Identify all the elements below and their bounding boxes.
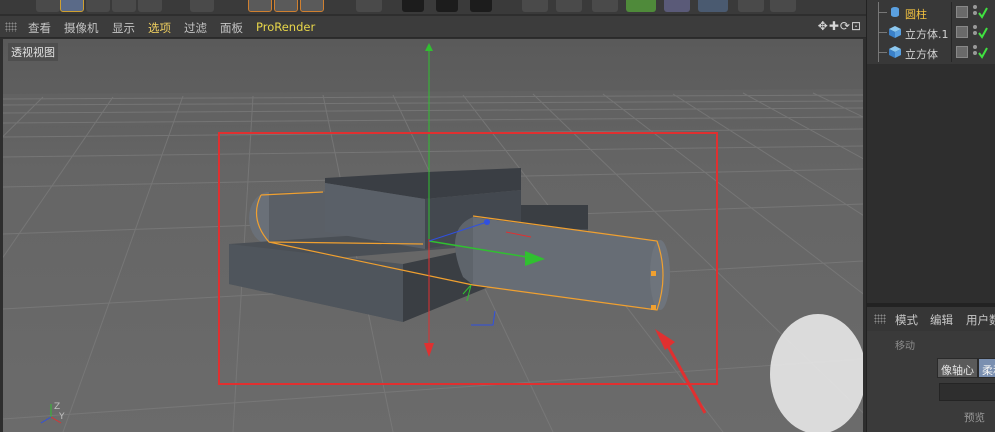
camera-tool-button[interactable]	[738, 0, 764, 12]
viewport-menu-bar: 查看 摄像机 显示 选项 过滤 面板 ProRender ✥✚⟳⊡	[0, 16, 866, 38]
selection-handle-2	[651, 305, 656, 310]
main-toolbar	[0, 0, 866, 14]
tree-line	[878, 42, 888, 62]
attribute-manager-menu: 模式 编辑 用户数	[867, 307, 995, 331]
viewport-nav-icons[interactable]: ✥✚⟳⊡	[818, 19, 862, 33]
tab-soft[interactable]: 柔和	[978, 358, 995, 378]
nurbs-tool-button[interactable]	[592, 0, 618, 12]
toolbar-button-z[interactable]	[300, 0, 324, 12]
viewport-label: 透视视图	[8, 43, 58, 61]
cylinder-icon	[891, 7, 899, 17]
selection-handle-1	[651, 271, 656, 276]
menu-user-data[interactable]: 用户数	[966, 312, 995, 328]
menu-mode[interactable]: 模式	[895, 312, 918, 328]
floor-tool-button[interactable]	[698, 0, 728, 12]
column-separator	[951, 22, 952, 42]
tab-axis-center[interactable]: 像轴心	[937, 358, 978, 378]
tree-line	[878, 22, 888, 42]
annotation-arrow-line	[661, 336, 707, 414]
visibility-tag-icon[interactable]	[956, 46, 968, 58]
toolbar-button-x[interactable]	[248, 0, 272, 12]
menu-panel[interactable]: 面板	[220, 20, 243, 36]
object-name: 立方体.1	[905, 28, 949, 41]
object-name: 圆柱	[905, 8, 927, 21]
gizmo-neg-tip	[424, 343, 434, 357]
toolbar-button-1[interactable]	[36, 0, 60, 12]
cube-tool-button[interactable]	[522, 0, 548, 12]
column-separator	[951, 42, 952, 62]
menu-grip-icon[interactable]	[5, 22, 17, 32]
render-settings-button[interactable]	[470, 0, 492, 12]
toolbar-button-6[interactable]	[190, 0, 214, 12]
attribute-caption: 移动	[895, 341, 915, 352]
cube-bottom-front	[229, 244, 403, 322]
annotation-arrow-head	[655, 329, 675, 350]
column-separator	[951, 2, 952, 22]
attribute-manager-body: 移动 像轴心 柔和 预览	[867, 331, 995, 432]
world-axis-z-label: Z	[54, 402, 60, 412]
gizmo-y-tip	[425, 43, 433, 51]
gizmo-z-tip	[484, 219, 490, 225]
menu-filter[interactable]: 过滤	[184, 20, 207, 36]
cylinder-right-body	[473, 217, 657, 310]
light-tool-button[interactable]	[770, 0, 796, 12]
toolbar-button-move[interactable]	[60, 0, 84, 12]
gizmo-rotate-blue	[471, 310, 496, 326]
scene-render[interactable]: Z Y	[3, 39, 863, 432]
enabled-check-icon[interactable]	[971, 23, 989, 41]
deformer-tool-button[interactable]	[664, 0, 690, 12]
enabled-check-icon[interactable]	[971, 3, 989, 21]
menu-edit[interactable]: 编辑	[930, 312, 953, 328]
render-picture-button[interactable]	[436, 0, 458, 12]
attribute-field[interactable]	[939, 383, 995, 401]
toolbar-button-5[interactable]	[138, 0, 162, 12]
visibility-tag-icon[interactable]	[956, 6, 968, 18]
toolbar-button-y[interactable]	[274, 0, 298, 12]
menu-options[interactable]: 选项	[148, 20, 171, 36]
menu-grip-icon[interactable]	[874, 314, 886, 324]
cube-icon	[889, 46, 901, 58]
object-row-cylinder[interactable]: 圆柱	[867, 2, 995, 22]
object-row-cube-1[interactable]: 立方体.1	[867, 22, 995, 42]
preview-label: 预览	[964, 412, 985, 424]
object-manager: 圆柱 立方体.1 立方体	[867, 0, 995, 64]
horizon-band	[3, 89, 863, 127]
cube-icon	[889, 26, 901, 38]
render-view-button[interactable]	[402, 0, 424, 12]
menu-view[interactable]: 查看	[28, 20, 51, 36]
overlay-smudge	[770, 314, 863, 432]
array-tool-button[interactable]	[626, 0, 656, 12]
tree-line	[878, 2, 888, 22]
attribute-tabs: 像轴心 柔和	[937, 358, 995, 378]
visibility-tag-icon[interactable]	[956, 26, 968, 38]
menu-display[interactable]: 显示	[112, 20, 135, 36]
toolbar-button-rotate[interactable]	[112, 0, 136, 12]
world-axis-y-label: Y	[58, 412, 65, 422]
menu-prorender[interactable]: ProRender	[256, 20, 315, 34]
perspective-viewport[interactable]: Z Y 透视视图	[3, 39, 863, 432]
object-name: 立方体	[905, 48, 938, 61]
spline-tool-button[interactable]	[556, 0, 582, 12]
world-axis-z	[40, 416, 52, 424]
menu-camera[interactable]: 摄像机	[64, 20, 99, 36]
right-panel: 圆柱 立方体.1 立方体 模式 编辑 用户数 移动 像轴心 柔 预览	[866, 0, 995, 432]
toolbar-button-scale[interactable]	[86, 0, 110, 12]
object-row-cube[interactable]: 立方体	[867, 42, 995, 62]
toolbar-button-coord[interactable]	[356, 0, 382, 12]
enabled-check-icon[interactable]	[971, 43, 989, 61]
